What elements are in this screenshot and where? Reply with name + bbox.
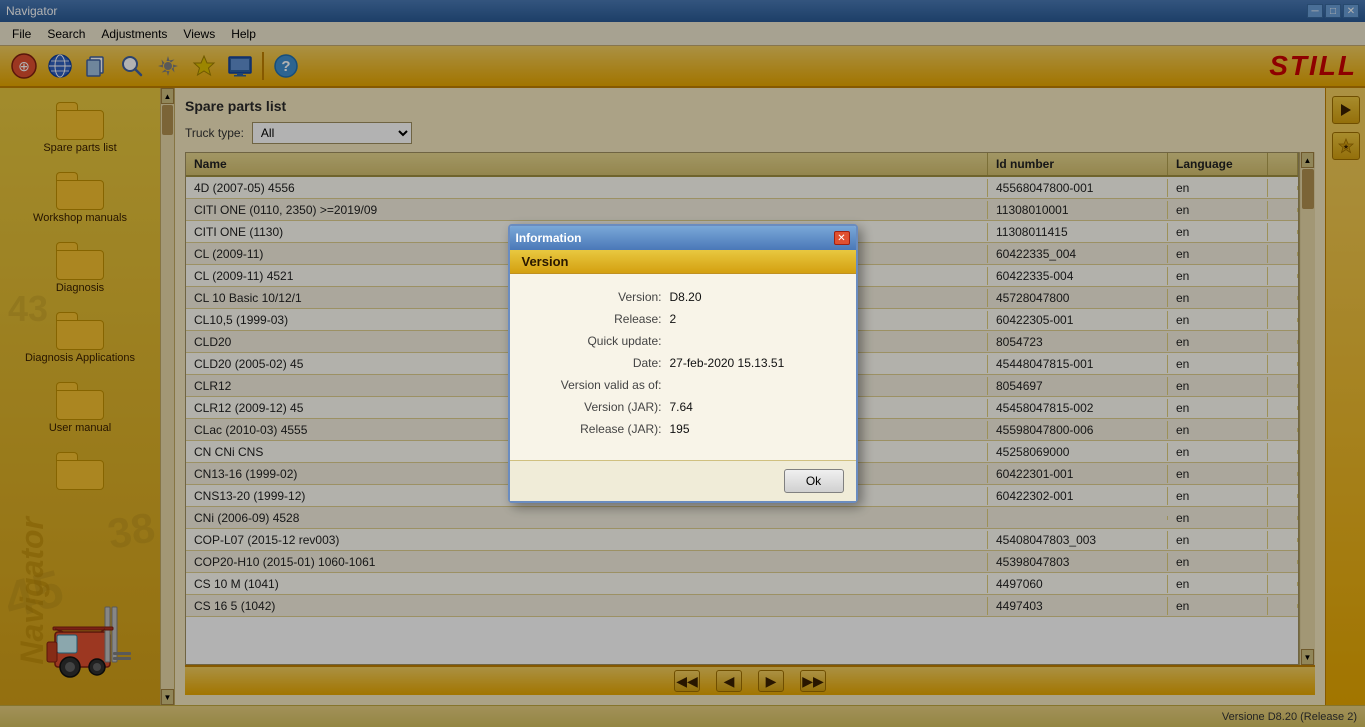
modal-field-row: Version valid as of:: [530, 378, 836, 392]
modal-field-row: Version (JAR): 7.64: [530, 400, 836, 414]
modal-field-value: 7.64: [670, 400, 693, 414]
modal-field-label: Version valid as of:: [530, 378, 670, 392]
modal-field-row: Date: 27-feb-2020 15.13.51: [530, 356, 836, 370]
modal-title: Information: [516, 231, 582, 245]
modal-field-row: Release (JAR): 195: [530, 422, 836, 436]
modal-field-label: Release (JAR):: [530, 422, 670, 436]
modal-field-row: Quick update:: [530, 334, 836, 348]
modal-field-value: 2: [670, 312, 677, 326]
modal-field-row: Version: D8.20: [530, 290, 836, 304]
modal-close-btn[interactable]: ✕: [834, 231, 850, 245]
information-modal: Information ✕ Version Version: D8.20 Rel…: [508, 224, 858, 503]
modal-field-value: 195: [670, 422, 690, 436]
modal-field-label: Quick update:: [530, 334, 670, 348]
modal-field-row: Release: 2: [530, 312, 836, 326]
modal-section-header: Version: [510, 250, 856, 274]
modal-footer: Ok: [510, 460, 856, 501]
modal-field-value: 27-feb-2020 15.13.51: [670, 356, 785, 370]
modal-field-label: Version (JAR):: [530, 400, 670, 414]
modal-body: Version: D8.20 Release: 2 Quick update: …: [510, 274, 856, 460]
modal-field-label: Release:: [530, 312, 670, 326]
modal-ok-btn[interactable]: Ok: [784, 469, 844, 493]
modal-titlebar: Information ✕: [510, 226, 856, 250]
modal-field-label: Date:: [530, 356, 670, 370]
modal-field-value: D8.20: [670, 290, 702, 304]
modal-field-label: Version:: [530, 290, 670, 304]
modal-overlay: Information ✕ Version Version: D8.20 Rel…: [0, 0, 1365, 727]
